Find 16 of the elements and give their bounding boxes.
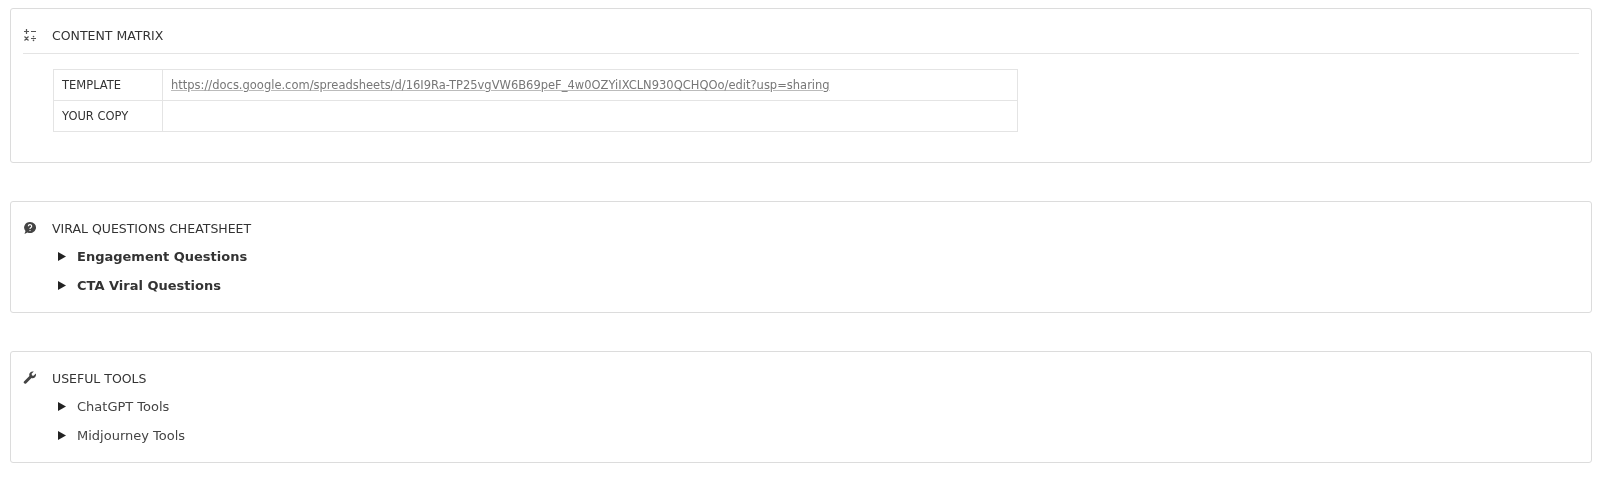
toggle-label: Midjourney Tools (77, 428, 186, 443)
row-label: YOUR COPY (53, 100, 163, 132)
toggle-label: CTA Viral Questions (77, 278, 221, 293)
wrench-icon (23, 371, 37, 385)
section-title: CONTENT MATRIX (52, 27, 164, 43)
toggle-item[interactable]: ChatGPT Tools (58, 396, 170, 417)
section-title: VIRAL QUESTIONS CHEATSHEET (52, 220, 252, 236)
row-label: TEMPLATE (53, 69, 163, 101)
math-operators-icon (23, 28, 37, 42)
question-bubble-icon (23, 221, 37, 235)
toggle-item[interactable]: Midjourney Tools (58, 425, 186, 446)
toggle-item[interactable]: Engagement Questions (58, 246, 248, 267)
toggle-item[interactable]: CTA Viral Questions (58, 275, 221, 296)
toggle-label: Engagement Questions (77, 249, 248, 264)
toggle-label: ChatGPT Tools (77, 399, 170, 414)
section-title: USEFUL TOOLS (52, 370, 147, 386)
